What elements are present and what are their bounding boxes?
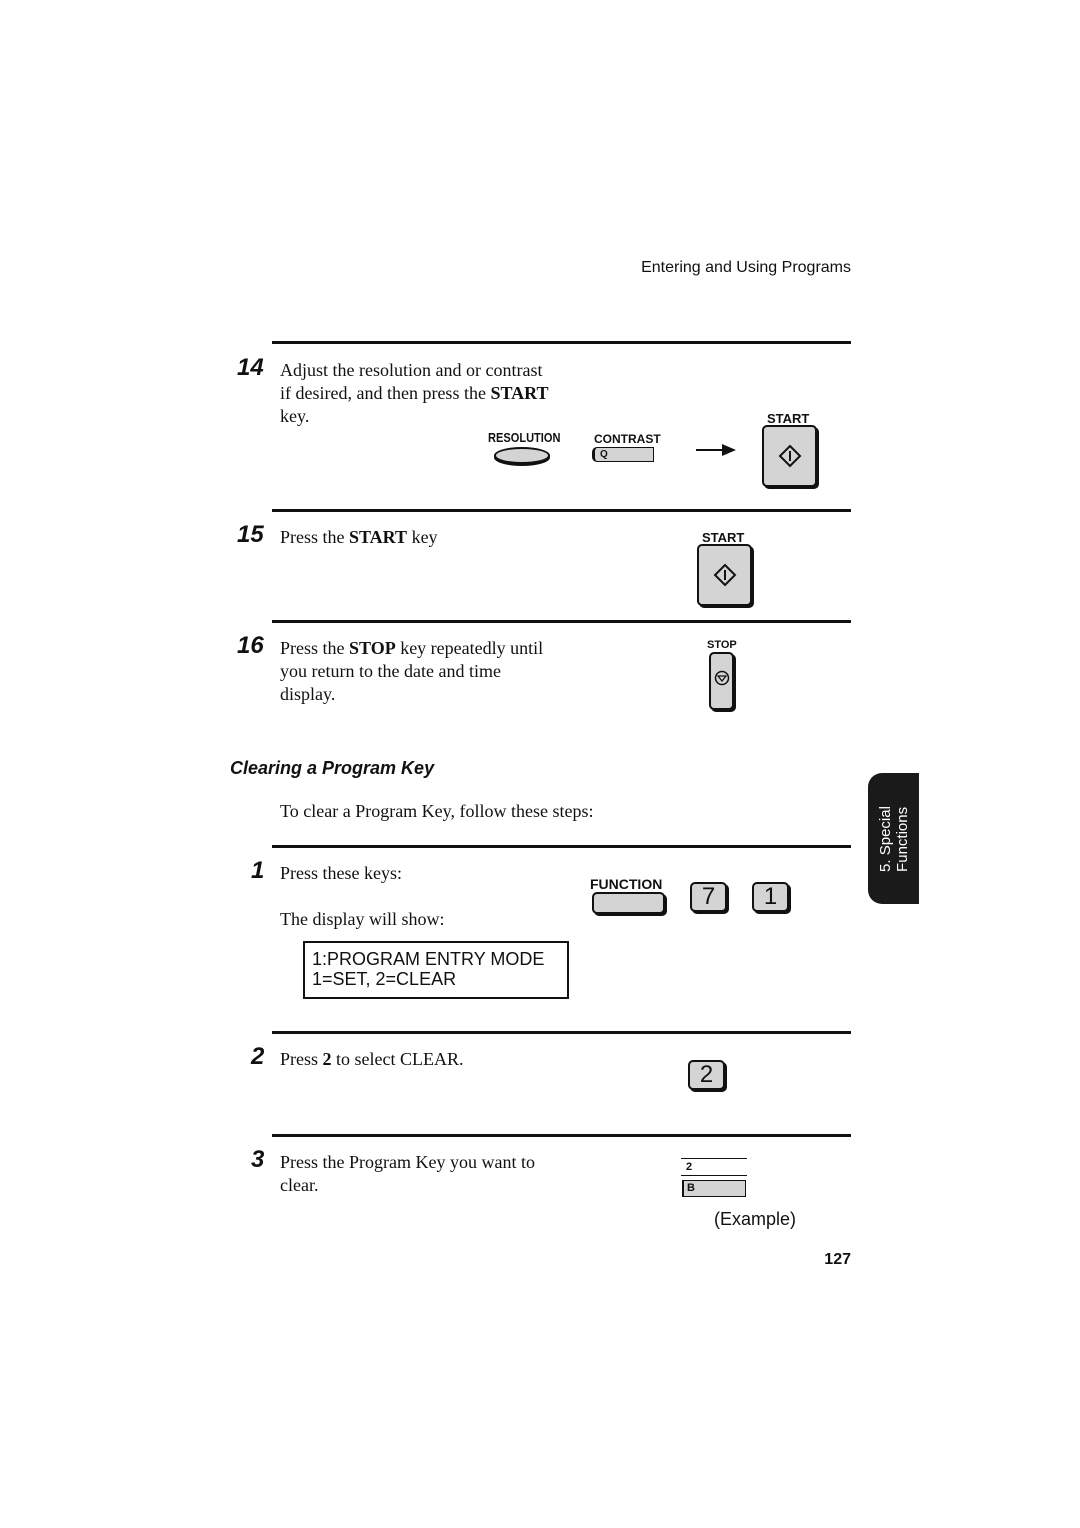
lcd-display: 1:PROGRAM ENTRY MODE 1=SET, 2=CLEAR	[303, 941, 569, 999]
function-label: FUNCTION	[590, 876, 663, 892]
step-number: 2	[251, 1043, 265, 1070]
page-number: 127	[824, 1251, 851, 1268]
resolution-key[interactable]	[494, 447, 550, 464]
step-16-text: Press the STOP key repeatedly until you …	[280, 638, 544, 704]
display-line-2: 1=SET, 2=CLEAR	[312, 969, 457, 989]
start-key[interactable]	[697, 544, 752, 606]
step-number: 14	[237, 354, 264, 381]
step-number: 15	[237, 521, 264, 548]
running-header: Entering and Using Programs	[641, 259, 851, 276]
contrast-label: CONTRAST	[594, 432, 661, 446]
chapter-tab-line2: Functions	[893, 806, 911, 872]
start-diamond-icon	[713, 563, 737, 587]
step-14-text: Adjust the resolution and or contrast if…	[280, 360, 549, 426]
step-3-text: Press the Program Key you want to clear.	[280, 1152, 535, 1195]
number-key-2[interactable]: 2	[688, 1060, 725, 1090]
step-number: 1	[251, 857, 265, 884]
step-2-text: Press 2 to select CLEAR.	[280, 1049, 464, 1069]
program-key-bottom-line	[681, 1175, 747, 1176]
step-divider	[272, 620, 851, 623]
start-label: START	[702, 530, 745, 545]
step-number: 3	[251, 1146, 265, 1173]
function-key[interactable]	[592, 892, 665, 914]
step-number: 16	[237, 632, 264, 659]
step-divider	[272, 341, 851, 344]
stop-label: STOP	[707, 639, 737, 651]
step-divider	[272, 509, 851, 512]
stop-icon	[714, 670, 730, 686]
step-1-text: Press these keys:	[280, 863, 402, 883]
section-intro: To clear a Program Key, follow these ste…	[280, 801, 594, 821]
program-key-number: 2	[686, 1161, 693, 1173]
contrast-key[interactable]: Q	[592, 447, 654, 462]
program-key-top-line	[681, 1158, 747, 1159]
step-15-text: Press the START key	[280, 527, 438, 547]
start-diamond-icon	[778, 444, 802, 468]
step-1-subtext: The display will show:	[280, 909, 445, 929]
start-key[interactable]	[762, 425, 817, 487]
number-key-1[interactable]: 1	[752, 882, 789, 912]
section-heading: Clearing a Program Key	[230, 758, 435, 778]
number-key-7[interactable]: 7	[690, 882, 727, 912]
arrow-right-icon	[696, 444, 736, 456]
display-line-1: 1:PROGRAM ENTRY MODE	[312, 949, 545, 969]
step-divider	[272, 1134, 851, 1137]
start-label: START	[767, 411, 810, 426]
program-key-b[interactable]: B	[682, 1180, 746, 1197]
step-divider	[272, 845, 851, 848]
chapter-tab-line1: 5. Special	[876, 805, 894, 872]
stop-key[interactable]	[709, 652, 734, 710]
example-caption: (Example)	[714, 1209, 797, 1229]
chapter-tab[interactable]: 5. Special Functions	[868, 773, 919, 904]
resolution-label: RESOLUTION	[488, 430, 561, 445]
step-divider	[272, 1031, 851, 1034]
